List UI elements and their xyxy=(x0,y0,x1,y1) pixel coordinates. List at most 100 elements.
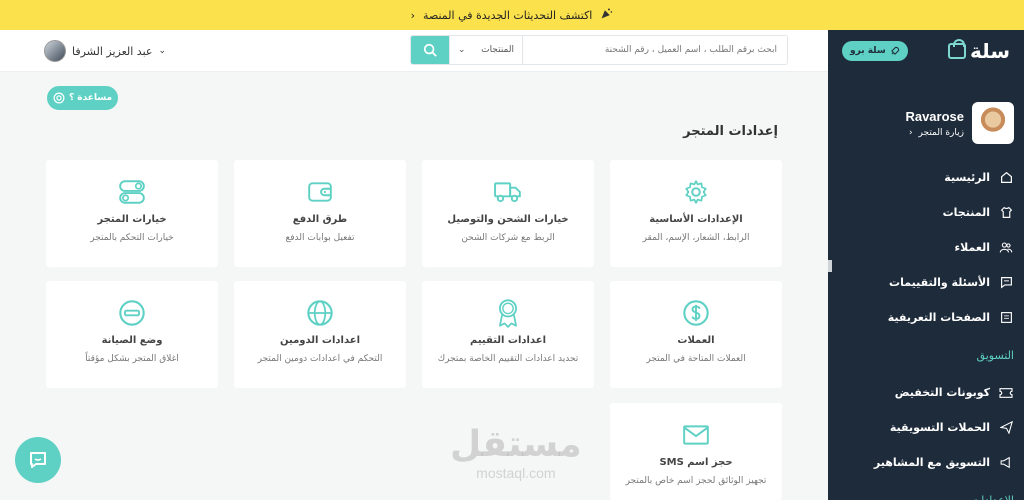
bag-icon xyxy=(948,39,967,59)
dollar-icon xyxy=(682,299,710,327)
shirt-icon xyxy=(998,205,1014,221)
avatar xyxy=(44,40,66,62)
logo-text: سلة xyxy=(970,39,1010,63)
home-icon xyxy=(998,170,1014,186)
lifebuoy-icon xyxy=(53,92,65,104)
search-scope-select[interactable]: المنتجات ⌄ xyxy=(449,36,523,64)
card-title: العملات xyxy=(677,335,715,346)
medal-icon xyxy=(494,299,522,328)
globe-icon xyxy=(306,299,334,327)
sidebar-item-label: التسويق مع المشاهير xyxy=(873,456,990,469)
chat-support-button[interactable] xyxy=(15,437,61,483)
pages-icon xyxy=(998,310,1014,326)
card-desc: تفعيل بوابات الدفع xyxy=(285,233,355,243)
card-desc: الرابط، الشعار، الإسم، المقر xyxy=(642,233,750,243)
sidebar-item-label: المنتجات xyxy=(942,206,990,219)
watermark: مستقل mostaql.com xyxy=(450,424,582,482)
sidebar-item-reviews[interactable]: الأسئلة والتقييمات xyxy=(828,265,1024,300)
sidebar-item-label: الأسئلة والتقييمات xyxy=(889,276,990,289)
megaphone-icon xyxy=(998,455,1014,471)
card-sms-sender-name[interactable]: حجز اسم SMS تجهيز الوثائق لحجز اسم خاص ب… xyxy=(610,403,782,500)
watermark-arabic: مستقل xyxy=(450,424,582,465)
sidebar-item-influencers[interactable]: التسويق مع المشاهير xyxy=(828,445,1024,480)
rocket-icon xyxy=(890,46,899,55)
top-header: ⌄ عبد العزيز الشرفا المنتجات ⌄ xyxy=(0,30,828,72)
chevron-down-icon: ⌄ xyxy=(158,46,167,56)
sidebar: سلة سلة برو Ravarose زيارة المتجر ‹ الرئ… xyxy=(828,30,1024,500)
salla-logo[interactable]: سلة xyxy=(948,39,1010,63)
card-desc: تحديد اعدادات التقييم الخاصة بمتجرك xyxy=(437,354,579,364)
card-payment-methods[interactable]: طرق الدفع تفعيل بوابات الدفع xyxy=(234,160,406,267)
announcement-bar[interactable]: اكتشف التحديثات الجديدة في المنصة ‹ xyxy=(0,0,1024,30)
sidebar-item-products[interactable]: المنتجات xyxy=(828,195,1024,230)
sidebar-item-label: الرئيسية xyxy=(944,171,990,184)
ticket-icon xyxy=(998,385,1014,401)
pro-label: سلة برو xyxy=(850,46,886,56)
party-icon xyxy=(600,7,613,23)
store-name: Ravarose xyxy=(905,108,964,124)
minus-circle-icon xyxy=(118,299,146,327)
card-desc: الربط مع شركات الشحن xyxy=(461,233,555,243)
sidebar-item-label: الصفحات التعريفية xyxy=(887,311,990,324)
visit-store-link[interactable]: زيارة المتجر ‹ xyxy=(905,128,964,138)
card-desc: التحكم في اعدادات دومين المتجر xyxy=(257,354,383,364)
store-info: Ravarose زيارة المتجر ‹ xyxy=(828,72,1024,160)
envelope-icon xyxy=(682,421,710,449)
card-desc: تجهيز الوثائق لحجز اسم خاص بالمتجر xyxy=(625,476,767,486)
user-menu[interactable]: ⌄ عبد العزيز الشرفا xyxy=(44,40,166,62)
salla-pro-button[interactable]: سلة برو xyxy=(842,41,908,61)
search-input[interactable] xyxy=(523,36,787,64)
search-icon xyxy=(423,43,437,57)
search-bar: المنتجات ⌄ xyxy=(410,35,788,65)
send-icon xyxy=(998,420,1014,436)
card-title: الإعدادات الأساسية xyxy=(649,214,743,225)
card-title: خيارات المتجر xyxy=(97,214,167,225)
card-maintenance-mode[interactable]: وضع الصيانة اغلاق المتجر بشكل مؤقتاً xyxy=(46,281,218,388)
sidebar-scrollbar[interactable] xyxy=(828,260,832,272)
visit-store-label: زيارة المتجر xyxy=(918,127,964,138)
wallet-icon xyxy=(306,178,334,206)
help-label: مساعدة ؟ xyxy=(68,93,113,103)
sidebar-item-customers[interactable]: العملاء xyxy=(828,230,1024,265)
toggles-icon xyxy=(118,178,146,206)
card-domain-settings[interactable]: اعدادات الدومين التحكم في اعدادات دومين … xyxy=(234,281,406,388)
card-desc: العملات المتاحة في المتجر xyxy=(646,354,746,364)
card-store-options[interactable]: خيارات المتجر خيارات التحكم بالمتجر xyxy=(46,160,218,267)
card-title: حجز اسم SMS xyxy=(659,457,733,468)
card-title: وضع الصيانة xyxy=(101,335,163,346)
card-desc: خيارات التحكم بالمتجر xyxy=(90,233,174,243)
sidebar-item-home[interactable]: الرئيسية xyxy=(828,160,1024,195)
card-currencies[interactable]: العملات العملات المتاحة في المتجر xyxy=(610,281,782,388)
card-title: اعدادات التقييم xyxy=(469,335,547,346)
sidebar-item-pages[interactable]: الصفحات التعريفية xyxy=(828,300,1024,335)
user-name: عبد العزيز الشرفا xyxy=(72,44,153,58)
chevron-down-icon: ⌄ xyxy=(458,45,466,55)
search-button[interactable] xyxy=(411,36,449,64)
sidebar-section-settings: الإعدادات xyxy=(970,493,1014,500)
users-icon xyxy=(998,240,1014,256)
help-button[interactable]: مساعدة ؟ xyxy=(47,86,118,110)
card-basic-settings[interactable]: الإعدادات الأساسية الرابط، الشعار، الإسم… xyxy=(610,160,782,267)
chevron-left-icon: ‹ xyxy=(908,127,913,138)
sidebar-item-coupons[interactable]: كوبونات التخفيض xyxy=(828,375,1024,410)
store-logo[interactable] xyxy=(972,102,1014,144)
truck-icon xyxy=(494,178,522,206)
announcement-text[interactable]: اكتشف التحديثات الجديدة في المنصة xyxy=(423,9,592,22)
sidebar-section-marketing: التسويق xyxy=(976,348,1014,362)
card-title: اعدادات الدومين xyxy=(280,335,360,346)
chat-icon xyxy=(998,275,1014,291)
sidebar-item-label: الحملات التسويقية xyxy=(889,421,990,434)
sidebar-menu: الرئيسية المنتجات العملاء الأسئلة والتقي… xyxy=(828,160,1024,500)
sidebar-item-campaigns[interactable]: الحملات التسويقية xyxy=(828,410,1024,445)
card-title: خيارات الشحن والتوصيل xyxy=(447,214,569,225)
card-desc: اغلاق المتجر بشكل مؤقتاً xyxy=(85,354,179,364)
watermark-latin: mostaql.com xyxy=(476,465,556,481)
card-rating-settings[interactable]: اعدادات التقييم تحديد اعدادات التقييم ال… xyxy=(422,281,594,388)
search-scope-value: المنتجات xyxy=(481,45,514,55)
page-title: إعدادات المتجر xyxy=(683,124,778,139)
card-title: طرق الدفع xyxy=(292,214,348,225)
chevron-left-icon: ‹ xyxy=(410,8,416,22)
sidebar-item-label: العملاء xyxy=(954,241,990,254)
card-shipping-options[interactable]: خيارات الشحن والتوصيل الربط مع شركات الش… xyxy=(422,160,594,267)
chat-bubble-icon xyxy=(30,452,46,468)
